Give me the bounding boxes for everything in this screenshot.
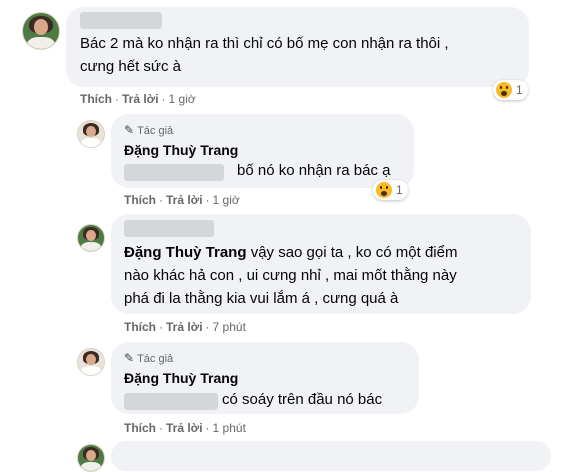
reaction-number: 1 — [396, 183, 403, 197]
like-link[interactable]: Thích — [124, 193, 156, 207]
haha-reaction-icon — [496, 82, 512, 98]
separator: · — [205, 320, 210, 334]
mention-name[interactable]: Đặng Thuỳ Trang — [124, 244, 247, 261]
timestamp[interactable]: 1 phút — [213, 421, 246, 435]
separator: · — [159, 421, 163, 435]
like-link[interactable]: Thích — [124, 320, 156, 334]
redacted-mention — [124, 164, 224, 181]
redacted-name — [80, 12, 162, 29]
wow-reaction-icon — [376, 182, 392, 198]
author-badge-label: Tác giả — [137, 125, 174, 137]
comment-text-line: Đặng Thuỳ Trang vậy sao gọi ta , ko có m… — [124, 242, 457, 264]
redacted-mention — [124, 393, 218, 410]
comment-text: Bác 2 mà ko nhận ra thì chỉ có bố mẹ con… — [80, 35, 449, 52]
reply-link[interactable]: Trả lời — [122, 92, 159, 106]
reply-link[interactable]: Trả lời — [166, 421, 203, 435]
separator: · — [161, 92, 166, 106]
commenter-avatar[interactable] — [22, 12, 60, 50]
separator: · — [159, 193, 163, 207]
author-badge: ✎ Tác giả — [124, 351, 173, 365]
author-avatar[interactable] — [77, 120, 105, 148]
commenter-name[interactable]: Đặng Thuỳ Trang — [124, 370, 238, 386]
timestamp[interactable]: 7 phút — [213, 320, 246, 334]
comment-text: bố nó ko nhận ra bác ạ — [237, 162, 391, 179]
comment-text: vậy sao gọi ta , ko có một điểm — [250, 244, 458, 261]
separator: · — [115, 92, 119, 106]
reaction-count[interactable]: 1 — [493, 80, 528, 100]
reaction-count[interactable]: 1 — [373, 180, 408, 200]
author-avatar[interactable] — [77, 348, 105, 376]
commenter-avatar[interactable] — [77, 224, 105, 252]
separator: · — [205, 193, 210, 207]
pen-icon: ✎ — [124, 123, 135, 137]
like-link[interactable]: Thích — [124, 421, 156, 435]
comment-actions: Thích · Trả lời · 1 giờ — [80, 92, 196, 106]
author-badge: ✎ Tác giả — [124, 123, 173, 137]
commenter-name[interactable]: Đặng Thuỳ Trang — [124, 142, 238, 158]
commenter-avatar[interactable] — [77, 444, 105, 472]
pen-icon: ✎ — [124, 351, 135, 365]
comment-text: có soáy trên đầu nó bác — [222, 391, 383, 408]
comment-text: nào khác hả con , ui cưng nhỉ , mai mốt … — [124, 267, 457, 284]
timestamp[interactable]: 1 giờ — [213, 193, 240, 207]
comment-text: cưng hết sức à — [80, 58, 181, 75]
reply-link[interactable]: Trả lời — [166, 320, 203, 334]
comment-actions: Thích · Trả lời · 7 phút — [124, 320, 246, 334]
comment-bubble — [111, 441, 551, 471]
like-link[interactable]: Thích — [80, 92, 112, 106]
separator: · — [159, 320, 163, 334]
separator: · — [205, 421, 210, 435]
reaction-number: 1 — [516, 83, 523, 97]
comment-text: phá đi la thằng kia vui lắm á , cưng quá… — [124, 290, 399, 307]
comment-actions: Thích · Trả lời · 1 giờ — [124, 193, 240, 207]
reply-link[interactable]: Trả lời — [166, 193, 203, 207]
redacted-name — [124, 220, 214, 237]
timestamp[interactable]: 1 giờ — [169, 92, 196, 106]
comment-actions: Thích · Trả lời · 1 phút — [124, 421, 246, 435]
author-badge-label: Tác giả — [137, 353, 174, 365]
